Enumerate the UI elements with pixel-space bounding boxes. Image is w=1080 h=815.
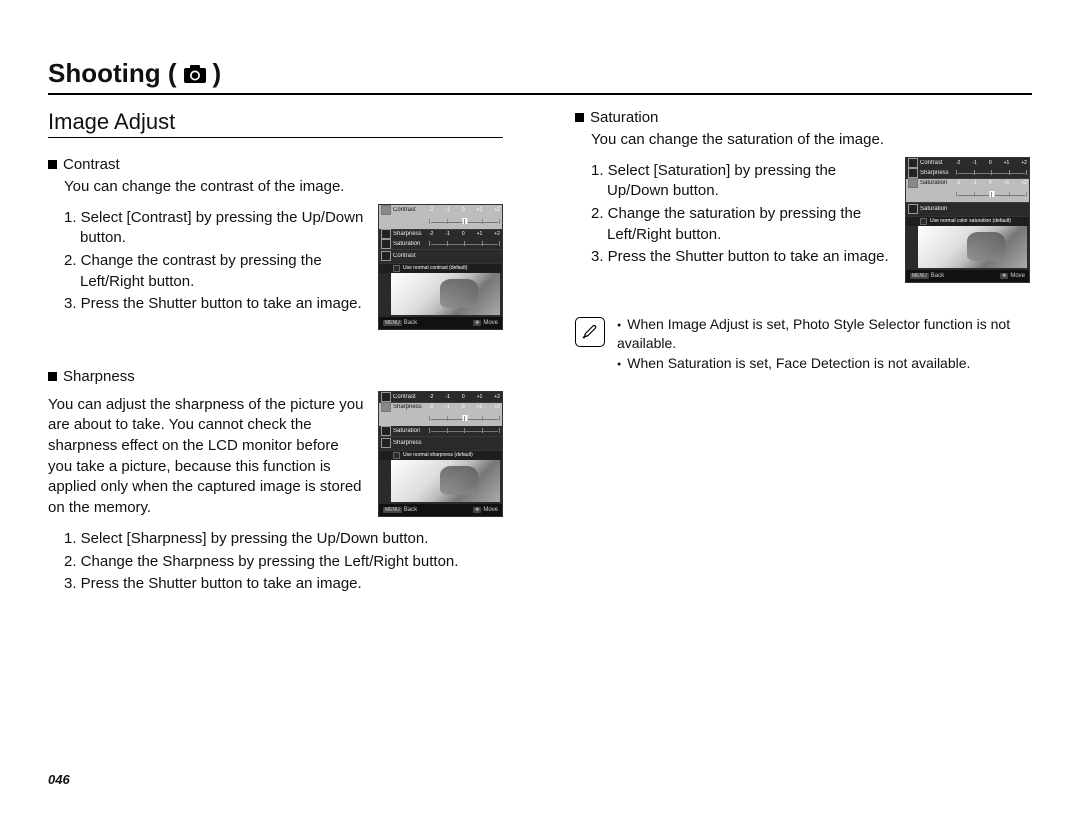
- dpad-icon: ✥: [473, 320, 481, 326]
- saturation-section: Saturation You can change the saturation…: [575, 109, 1030, 283]
- camera-icon: [183, 64, 207, 84]
- page-number: 046: [48, 772, 70, 787]
- lcd-mock-contrast: Contrast -2-10+1+2 Sharpness -2-10+1+2 S…: [378, 204, 503, 330]
- contrast-heading: Contrast: [48, 156, 503, 173]
- list-item: 1. Select [Sharpness] by pressing the Up…: [64, 529, 503, 550]
- saturation-desc: You can change the saturation of the ima…: [591, 130, 1030, 151]
- chapter-title: Shooting ( ): [48, 58, 1032, 95]
- lcd-item-label: Contrast: [393, 207, 427, 213]
- list-item: 1. Select [Contrast] by pressing the Up/…: [64, 208, 366, 249]
- lcd-move: Move: [483, 320, 498, 326]
- saturation-heading: Saturation: [575, 109, 1030, 126]
- note-box: When Image Adjust is set, Photo Style Se…: [575, 315, 1030, 374]
- lcd-selected: Contrast: [393, 253, 427, 259]
- list-item: 3. Press the Shutter button to take an i…: [591, 247, 893, 268]
- content-columns: Image Adjust Contrast You can change the…: [48, 109, 1032, 597]
- lcd-scale-labels: -2-10+1+2: [429, 207, 500, 213]
- lcd-hint: Use normal contrast (default): [403, 265, 467, 271]
- contrast-desc: You can change the contrast of the image…: [64, 177, 503, 198]
- list-item: 1. Select [Saturation] by pressing the U…: [591, 161, 893, 202]
- checkbox-icon: [393, 265, 400, 272]
- saturation-steps: 1. Select [Saturation] by pressing the U…: [591, 161, 893, 268]
- square-bullet-icon: [48, 372, 57, 381]
- chapter-title-suffix: ): [213, 58, 222, 89]
- note-item: When Saturation is set, Face Detection i…: [617, 354, 1030, 374]
- right-column: Saturation You can change the saturation…: [575, 109, 1030, 597]
- sharpness-steps: 1. Select [Sharpness] by pressing the Up…: [64, 529, 503, 595]
- menu-icon: [381, 205, 391, 215]
- lcd-mock-saturation: Contrast -2-10+1+2 Sharpness Saturation …: [905, 157, 1030, 283]
- section-title: Image Adjust: [48, 109, 503, 138]
- menu-tag: MENU: [383, 320, 402, 326]
- manual-page: Shooting ( ) Image Adjust Contrast You c…: [0, 0, 1080, 815]
- note-icon: [575, 317, 605, 347]
- left-column: Image Adjust Contrast You can change the…: [48, 109, 503, 597]
- sharpness-heading: Sharpness: [48, 368, 503, 385]
- note-item: When Image Adjust is set, Photo Style Se…: [617, 315, 1030, 354]
- sharpness-desc: You can adjust the sharpness of the pict…: [48, 395, 366, 519]
- sharpness-heading-text: Sharpness: [63, 368, 135, 385]
- list-item: 2. Change the Sharpness by pressing the …: [64, 552, 503, 573]
- list-item: 2. Change the contrast by pressing the L…: [64, 251, 366, 292]
- contrast-steps: 1. Select [Contrast] by pressing the Up/…: [64, 208, 366, 315]
- square-bullet-icon: [575, 113, 584, 122]
- list-item: 3. Press the Shutter button to take an i…: [64, 294, 366, 315]
- lcd-back: Back: [404, 320, 417, 326]
- square-bullet-icon: [48, 160, 57, 169]
- list-item: 3. Press the Shutter button to take an i…: [64, 574, 503, 595]
- chapter-title-prefix: Shooting (: [48, 58, 177, 89]
- list-item: 2. Change the saturation by pressing the…: [591, 204, 893, 245]
- lcd-preview: [391, 273, 500, 315]
- sharpness-section: Sharpness You can adjust the sharpness o…: [48, 368, 503, 595]
- saturation-heading-text: Saturation: [590, 109, 658, 126]
- contrast-section: Contrast You can change the contrast of …: [48, 156, 503, 330]
- note-list: When Image Adjust is set, Photo Style Se…: [617, 315, 1030, 374]
- contrast-heading-text: Contrast: [63, 156, 120, 173]
- lcd-mock-sharpness: Contrast -2-10+1+2 Sharpness -2-10+1+2 S…: [378, 391, 503, 517]
